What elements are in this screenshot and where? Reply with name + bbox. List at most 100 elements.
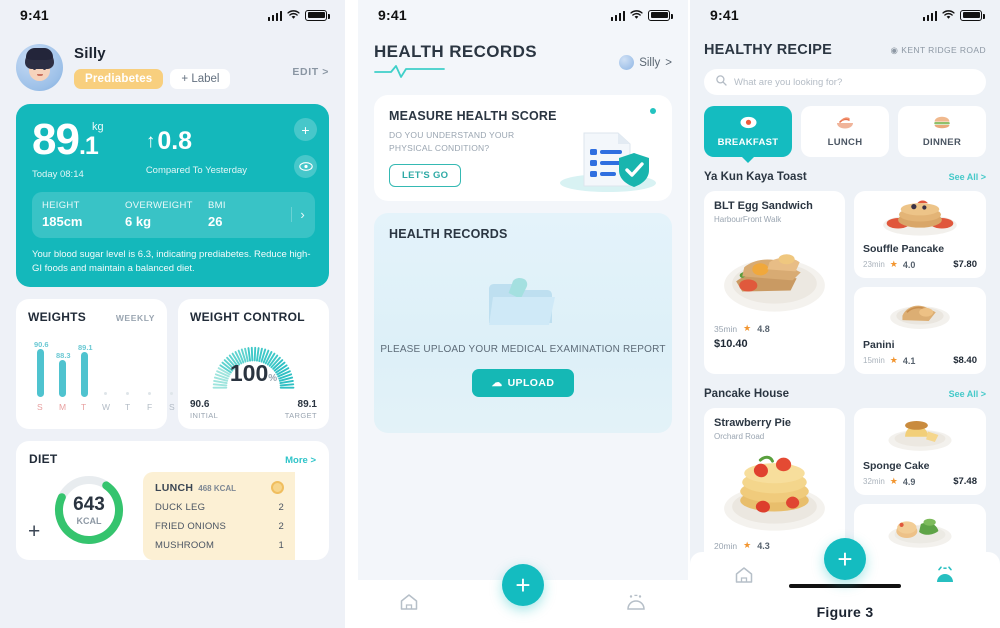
bar-label: 88.3	[56, 351, 71, 361]
diet-more-link[interactable]: More >	[285, 455, 316, 466]
axis-tick: T	[125, 402, 131, 413]
wifi-icon	[630, 10, 643, 20]
nav-home-icon[interactable]	[399, 593, 419, 616]
avatar[interactable]	[16, 44, 63, 91]
add-meal-button[interactable]: +	[28, 520, 40, 544]
location-pin-icon: ◉	[890, 44, 899, 55]
weights-title: WEIGHTS	[28, 310, 87, 325]
health-records-upload-card[interactable]: HEALTH RECORDS PLEASE UPLOAD YOUR MEDICA…	[374, 212, 672, 433]
weight-control-gauge: 100%	[190, 334, 317, 396]
stat-height: HEIGHT 185cm	[42, 200, 125, 229]
axis-tick: F	[147, 402, 153, 413]
section-header-2: Pancake House See All >	[704, 388, 986, 400]
status-icons	[267, 9, 330, 21]
tab-label: DINNER	[922, 136, 962, 148]
weights-bar-chart: 90.6 88.3 89.1 S M T W T F S	[28, 338, 175, 413]
battery-icon	[960, 9, 985, 21]
tab-breakfast[interactable]: BREAKFAST	[704, 106, 792, 157]
panel-divider	[345, 0, 358, 628]
meal-item-name: FRIED ONIONS	[155, 521, 227, 533]
recipe-card-small[interactable]: Panini 15min ★ 4.1 $8.40	[854, 287, 986, 374]
status-time: 9:41	[20, 7, 49, 23]
chevron-right-icon[interactable]: ›	[291, 206, 313, 222]
chevron-right-icon: >	[665, 56, 672, 69]
star-icon: ★	[889, 355, 898, 365]
status-bar-2: 9:41	[358, 0, 688, 30]
recipe-title: Souffle Pancake	[863, 243, 945, 255]
recipe-image-sandwich	[714, 229, 835, 317]
phone-screen-profile: 9:41 Silly Prediabetes + Label EDIT > 89…	[0, 0, 345, 628]
recipe-card-small[interactable]: Souffle Pancake 23min ★ 4.0 $7.80	[854, 191, 986, 278]
star-icon: ★	[743, 323, 752, 333]
nav-home-icon[interactable]	[734, 566, 754, 589]
health-note: Your blood sugar level is 6.3, indicatin…	[32, 248, 311, 274]
diet-card[interactable]: DIET More > 643 KCAL LUNCH 468 KCAL DUCK…	[16, 441, 329, 561]
nav-profile-icon[interactable]	[625, 593, 647, 616]
see-all-link[interactable]: See All >	[949, 172, 986, 182]
clipboard-shield-illustration	[542, 127, 662, 193]
meal-item-name: MUSHROOM	[155, 540, 215, 552]
recipe-image-souffle-pancake-2	[863, 510, 977, 554]
recipe-price: $7.48	[953, 476, 977, 487]
recipe-rating: 4.8	[757, 323, 770, 334]
folder-icon	[483, 273, 563, 329]
section-title: Pancake House	[704, 388, 790, 400]
recipe-card-small[interactable]: Sponge Cake 32min ★ 4.9 $7.48	[854, 408, 986, 495]
add-label-button[interactable]: + Label	[170, 69, 231, 89]
body-stats-row[interactable]: HEIGHT 185cm OVERWEIGHT 6 kg BMI 26 ›	[32, 191, 315, 238]
egg-icon	[740, 116, 757, 134]
measure-subtitle: DO YOU UNDERSTAND YOUR PHYSICAL CONDITIO…	[389, 130, 515, 153]
cloud-upload-icon: ☁	[491, 376, 503, 389]
calorie-value: 643	[73, 493, 105, 515]
recipe-card-featured[interactable]: Strawberry Pie Orchard Road 20min ★ 4.3	[704, 408, 845, 576]
meal-item: FRIED ONIONS 2	[155, 521, 284, 532]
tab-dinner[interactable]: DINNER	[898, 106, 986, 157]
nav-profile-icon[interactable]	[934, 566, 956, 589]
search-input[interactable]	[734, 76, 974, 88]
location-label: KENT RIDGE ROAD	[901, 45, 986, 55]
status-time: 9:41	[710, 7, 739, 23]
add-record-fab[interactable]: +	[502, 564, 544, 606]
add-weight-button[interactable]: +	[294, 118, 317, 141]
signal-icon	[922, 10, 937, 21]
recipe-card-featured[interactable]: BLT Egg Sandwich HarbourFront Walk 35min…	[704, 191, 845, 374]
user-name: Silly	[639, 56, 661, 69]
tab-label: LUNCH	[827, 136, 863, 148]
axis-tick: M	[59, 402, 67, 413]
diet-title: DIET	[29, 452, 58, 467]
meal-panel-lunch[interactable]: LUNCH 468 KCAL DUCK LEG 2 FRIED ONIONS 2	[143, 472, 295, 561]
weight-timestamp: Today 08:14	[32, 168, 84, 180]
location-indicator[interactable]: ◉ KENT RIDGE ROAD	[890, 45, 986, 56]
weight-control-card[interactable]: WEIGHT CONTROL 100% 90.6 INITIAL 89.1 TA…	[178, 299, 329, 430]
stat-value: 6 kg	[125, 213, 152, 229]
battery-icon	[648, 9, 673, 21]
edit-profile-link[interactable]: EDIT >	[292, 66, 329, 78]
upload-button[interactable]: ☁ UPLOAD	[471, 368, 575, 397]
search-bar[interactable]	[704, 69, 986, 95]
add-recipe-fab[interactable]: +	[824, 538, 866, 580]
weights-chart-card[interactable]: WEIGHTS WEEKLY 90.6 88.3 89.1 S M T W T …	[16, 299, 175, 430]
wifi-icon	[942, 10, 955, 20]
noodle-bowl-icon	[835, 116, 855, 134]
lets-go-button[interactable]: LET'S GO	[389, 163, 462, 187]
page-title: HEALTHY RECIPE	[704, 42, 832, 58]
weight-delta: 0.8	[157, 127, 193, 155]
user-chip[interactable]: Silly >	[619, 55, 672, 70]
recipe-image-sponge-cake	[863, 414, 977, 458]
meal-kcal: 468 KCAL	[198, 483, 237, 493]
weights-period: WEEKLY	[115, 313, 155, 324]
weight-decimal: .1	[78, 132, 99, 160]
signal-icon	[267, 10, 282, 21]
status-time: 9:41	[378, 7, 407, 23]
measure-health-score-card[interactable]: MEASURE HEALTH SCORE DO YOU UNDERSTAND Y…	[374, 95, 672, 201]
meal-item: DUCK LEG 2	[155, 502, 284, 513]
see-all-link[interactable]: See All >	[949, 389, 986, 399]
axis-tick: S	[37, 402, 43, 413]
tab-lunch[interactable]: LUNCH	[801, 106, 889, 157]
meal-item-qty: 2	[278, 521, 284, 533]
stat-label: HEIGHT	[42, 199, 80, 211]
status-badge-prediabetes[interactable]: Prediabetes	[74, 69, 164, 89]
eye-icon[interactable]	[294, 155, 317, 178]
signal-icon	[610, 10, 625, 21]
status-bar-1: 9:41	[0, 0, 345, 30]
